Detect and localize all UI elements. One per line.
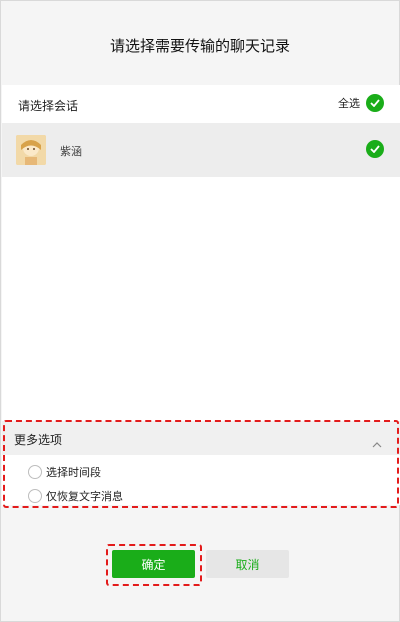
option-restore-text-only[interactable]: 仅恢复文字消息 xyxy=(28,488,123,504)
dialog-title: 请选择需要传输的聊天记录 xyxy=(109,37,290,55)
checkmark-icon[interactable] xyxy=(366,94,384,112)
radio-button[interactable] xyxy=(28,489,42,503)
transfer-dialog: 请选择需要传输的聊天记录 请选择会话 全选 紫涵 更多选项 选择时间段 仅恢复文… xyxy=(0,0,400,622)
chevron-up-icon[interactable] xyxy=(372,433,382,452)
option-label: 选择时间段 xyxy=(46,466,101,479)
radio-button[interactable] xyxy=(28,465,42,479)
cancel-button[interactable]: 取消 xyxy=(206,550,289,578)
select-all-toggle[interactable]: 全选 xyxy=(338,94,384,112)
list-item[interactable]: 紫涵 xyxy=(2,123,400,177)
more-options-panel: 更多选项 选择时间段 仅恢复文字消息 xyxy=(2,421,400,505)
avatar xyxy=(16,135,46,165)
more-options-header[interactable]: 更多选项 xyxy=(2,421,400,455)
chat-name: 紫涵 xyxy=(60,145,82,158)
option-select-time-range[interactable]: 选择时间段 xyxy=(28,464,101,480)
select-conversation-label: 请选择会话 xyxy=(18,99,79,113)
conversation-list-panel: 请选择会话 全选 紫涵 xyxy=(2,85,400,421)
option-label: 仅恢复文字消息 xyxy=(46,490,123,503)
conversation-list-header: 请选择会话 全选 xyxy=(2,85,400,123)
select-all-label: 全选 xyxy=(338,97,360,110)
confirm-button[interactable]: 确定 xyxy=(112,550,195,578)
checkmark-icon[interactable] xyxy=(366,140,384,158)
more-options-title: 更多选项 xyxy=(14,433,63,447)
